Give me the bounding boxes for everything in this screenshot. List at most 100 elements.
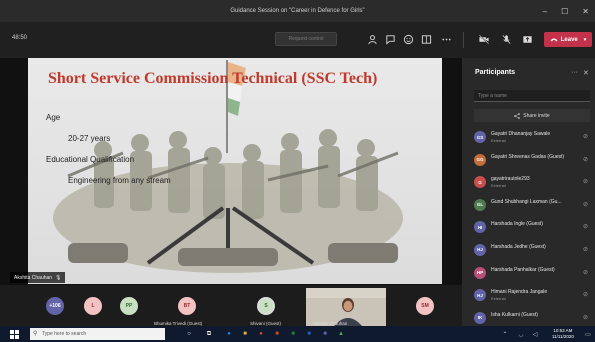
chevron-down-icon[interactable]: ▾ [584,37,587,43]
slide-line-age-range: 20-27 years [68,134,111,143]
cortana-icon[interactable]: ○ [184,329,194,339]
participant-name: Gund Shubhangi Laxman (Gu... [491,198,562,205]
participant-avatar: GS [474,131,486,143]
request-control-button[interactable]: Request control [275,32,337,46]
window-title: Guidance Session on "Career in Defence f… [230,8,365,14]
participant-avatar: GG [474,153,486,166]
chat-icon[interactable] [384,33,396,45]
participant-row[interactable]: Ggayatrirautole293 External ⊘ [462,171,595,194]
taskbar-clock[interactable]: 10:53 AM 11/11/2020 [552,328,574,340]
shared-content-stage: Short Service Commission Technical (SSC … [0,58,462,285]
maximize-icon[interactable]: ☐ [561,7,568,16]
participant-external-tag: External [491,183,506,189]
participant-name: Gayatri Dhananjay Sawale [491,131,551,137]
taskbar-search-input[interactable]: ⚲ Type here to search [30,328,165,340]
close-icon[interactable]: ✕ [582,7,589,16]
mic-off-icon: ⊘ [583,134,589,140]
presenter-name: Akshita Chauhan [14,274,53,281]
participant-avatar: HJ [474,289,486,302]
presenter-name-tag: Akshita Chauhan 🎙 [10,272,66,283]
participant-avatar: IK [474,311,486,324]
participant-avatar: HI [474,221,486,234]
participant-row[interactable]: GL Gund Shubhangi Laxman (Gu... ⊘ [462,194,595,217]
system-tray-icons[interactable]: ⌃ [500,329,510,339]
participant-row[interactable]: HP Harshada Panhalkar (Guest) ⊘ [462,262,595,285]
participant-external-tag: External [491,296,506,302]
word-icon[interactable]: ■ [304,329,314,339]
participant-avatar: HP [474,266,486,279]
meeting-toolbar: 48:50 Request control Leave ▾ [0,22,595,58]
participant-external-tag: External [491,138,506,143]
participant-name: Himani Rajendra Jangale [491,289,548,296]
windows-taskbar: ⚲ Type here to search ○ ⧉ ● ■ ● ■ ■ ■ ■ … [0,326,595,342]
meeting-timer: 48:50 [12,35,28,41]
mic-off-icon: ⊘ [583,224,589,231]
excel-icon[interactable]: ■ [288,329,298,339]
mic-off-icon: ⊘ [583,156,589,163]
panel-title: Participants [475,69,516,76]
share-invite-button[interactable]: Share invite [474,109,590,122]
notifications-icon[interactable]: ▭ [583,329,593,339]
participant-strip: +106 L PP BT Bhumika Trivedi (Guest) S S… [0,285,462,326]
minimize-icon[interactable]: – [543,7,547,16]
participant-name: Harshada Panhalkar (Guest) [491,266,555,273]
breakout-rooms-icon[interactable] [420,33,432,45]
participant-name: Isha Kulkarni (Guest) [491,311,538,318]
edge-icon[interactable]: ● [224,329,234,339]
task-view-icon[interactable]: ⧉ [204,329,214,339]
mic-off-icon: ⊘ [583,179,589,186]
search-icon: ⚲ [33,331,38,337]
participants-icon[interactable] [366,33,378,45]
mic-off-icon[interactable] [500,33,512,45]
teams-meeting-window: Guidance Session on "Career in Defence f… [0,0,595,342]
taskbar-search-placeholder: Type here to search [42,331,87,337]
network-icon[interactable]: ◡ [516,329,526,339]
share-tray-icon[interactable] [521,33,533,45]
participant-row[interactable]: HI Harshada Ingle (Guest) ⊘ [462,216,595,239]
participant-row[interactable]: GG Gayatri Shreenas Gadas (Guest) ⊘ [462,149,595,172]
reactions-icon[interactable] [402,33,414,45]
slide-title: Short Service Commission Technical (SSC … [48,70,378,87]
presentation-slide: Short Service Commission Technical (SSC … [28,58,442,284]
participant-avatar: HJ [474,243,486,256]
clock-date: 11/11/2020 [552,334,574,339]
mic-off-icon: ⊘ [583,292,589,299]
panel-more-icon[interactable]: ··· [571,69,578,76]
participant-avatar[interactable]: SM [416,297,434,315]
mic-icon: 🎙 [55,274,62,281]
participant-avatar[interactable]: BT [178,297,196,315]
panel-close-icon[interactable]: ✕ [583,69,589,77]
chrome-icon[interactable]: ● [256,329,266,339]
participant-name: gayatrirautole293 [491,176,530,183]
participant-list: GS Gayatri Dhananjay Sawale External ⊘ GG Gay… [462,126,595,329]
leave-label: Leave [560,36,578,43]
participant-avatar: GL [474,198,486,211]
leave-button[interactable]: Leave ▾ [544,32,592,47]
file-explorer-icon[interactable]: ■ [240,329,250,339]
overflow-participants-badge[interactable]: +106 [46,297,64,315]
more-options-icon[interactable] [440,33,452,45]
app-icon[interactable]: ▲ [336,329,346,339]
window-controls: – ☐ ✕ [543,0,589,22]
participant-name: Harshada Ingle (Guest) [491,221,543,228]
participant-row[interactable]: GS Gayatri Dhananjay Sawale External ⊘ [462,126,595,149]
slide-line-qualification: Educational Qualification [46,155,135,164]
volume-icon[interactable]: ◁ [530,329,540,339]
share-icon [514,112,521,119]
participant-avatar[interactable]: PP [120,297,138,315]
participant-avatar[interactable]: L [84,297,102,315]
soldiers-photo-image [28,58,442,284]
speaking-participant-avatar[interactable]: S [257,297,275,315]
powerpoint-icon[interactable]: ■ [272,329,282,339]
camera-off-icon[interactable] [478,33,490,45]
participant-search-input[interactable]: Type a name [474,90,590,102]
windows-start-icon[interactable] [9,329,19,339]
share-invite-label: Share invite [523,112,550,119]
mic-off-icon: ⊘ [583,314,589,321]
participant-row[interactable]: HJ Harshada Jedhe (Guest) ⊘ [462,239,595,262]
mic-off-icon: ⊘ [583,269,589,276]
toolbar-divider [463,32,464,48]
mic-off-icon: ⊘ [583,201,589,208]
participant-row[interactable]: HJ Himani Rajendra Jangale External ⊘ [462,284,595,307]
teams-icon[interactable]: ■ [320,329,330,339]
